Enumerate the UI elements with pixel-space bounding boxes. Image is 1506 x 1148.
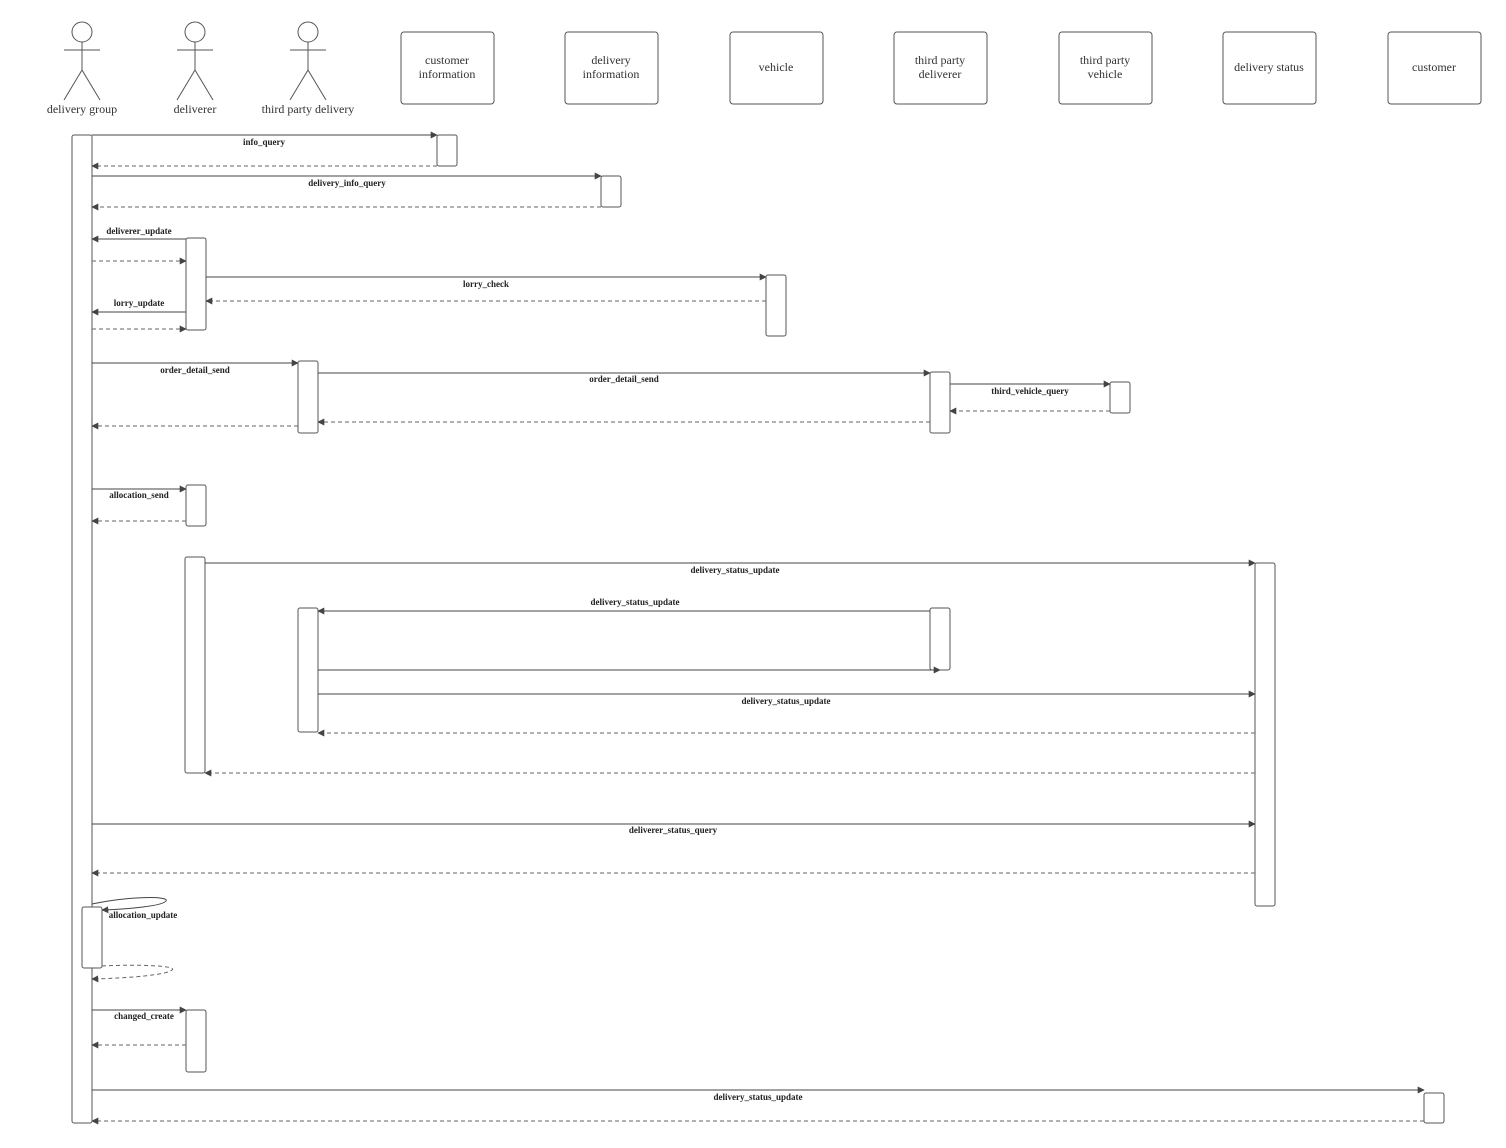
message-label: delivery_info_query xyxy=(308,178,386,188)
message-label: allocation_send xyxy=(109,490,169,500)
message-label: deliverer_status_query xyxy=(629,825,718,835)
activation-bar-delivery-status xyxy=(1254,562,1276,907)
activation-bars xyxy=(71,134,1445,1124)
participant-label-line1: customer xyxy=(425,53,469,67)
self-message-arrow xyxy=(91,897,167,914)
actor-delivery-group: delivery group xyxy=(47,21,117,116)
message-label: delivery_status_update xyxy=(713,1092,802,1102)
activation-bar-deliverer xyxy=(185,484,207,527)
activation-bar-third-party-deliverer xyxy=(929,371,951,434)
activation-bar-third-party-vehicle xyxy=(1109,381,1131,414)
actor-label: third party delivery xyxy=(262,102,355,116)
message-label: lorry_check xyxy=(463,279,509,289)
activation-bar-deliverer xyxy=(185,237,207,331)
actor-label: delivery group xyxy=(47,102,117,116)
activation-bar-customer-information xyxy=(436,134,458,167)
message-label: lorry_update xyxy=(114,298,165,308)
message-label: deliverer_update xyxy=(106,226,171,236)
message-label: order_detail_send xyxy=(589,374,659,384)
participant-label-line1: third party xyxy=(1080,53,1130,67)
message-label: delivery_status_update xyxy=(590,597,679,607)
return-arrow xyxy=(91,964,174,983)
activation-bar-third-party-delivery xyxy=(297,607,319,733)
participant-label-line2: information xyxy=(583,67,640,81)
message-label: order_detail_send xyxy=(160,365,230,375)
participant-label-line1: delivery status xyxy=(1234,60,1304,74)
participant-delivery-information: delivery information xyxy=(564,31,659,105)
participant-label-line1: customer xyxy=(1412,60,1456,74)
participant-customer: customer xyxy=(1387,31,1482,105)
actor-figure-icon xyxy=(63,21,101,101)
message-label: info_query xyxy=(243,137,286,147)
messages: info_query delivery_info_query deliverer… xyxy=(91,131,1425,1125)
activation-bar-customer xyxy=(1423,1092,1445,1124)
activation-bar-third-party-delivery xyxy=(297,360,319,434)
sequence-diagram: delivery group deliverer third party del… xyxy=(47,21,1482,1125)
participant-third-party-vehicle: third party vehicle xyxy=(1058,31,1153,105)
actor-deliverer: deliverer xyxy=(174,21,217,116)
activation-bar-third-party-deliverer xyxy=(929,607,951,671)
actor-figure-icon xyxy=(176,21,214,101)
message-label: third_vehicle_query xyxy=(991,386,1069,396)
participant-label-line2: vehicle xyxy=(1088,67,1123,81)
message-label: changed_create xyxy=(114,1011,174,1021)
actor-third-party-delivery: third party delivery xyxy=(262,21,355,116)
participant-vehicle: vehicle xyxy=(729,31,824,105)
message-label: allocation_update xyxy=(109,910,178,920)
participant-customer-information: customer information xyxy=(400,31,495,105)
participant-label-line2: information xyxy=(419,67,476,81)
activation-bar-vehicle xyxy=(765,274,787,337)
actor-label: deliverer xyxy=(174,102,217,116)
activation-bar-delivery-group xyxy=(71,134,93,1124)
message-label: delivery_status_update xyxy=(741,696,830,706)
message-label: delivery_status_update xyxy=(690,565,779,575)
participant-label-line1: third party xyxy=(915,53,965,67)
participant-label-line2: deliverer xyxy=(919,67,962,81)
activation-bar-deliverer xyxy=(184,556,206,774)
participant-delivery-status: delivery status xyxy=(1222,31,1317,105)
participant-label-line1: delivery xyxy=(591,53,630,67)
participant-label-line1: vehicle xyxy=(759,60,794,74)
activation-bar-deliverer xyxy=(185,1009,207,1073)
activation-bar-delivery-information xyxy=(600,175,622,208)
activation-bar-delivery-group-self xyxy=(81,906,103,969)
actor-figure-icon xyxy=(289,21,327,101)
participant-third-party-deliverer: third party deliverer xyxy=(893,31,988,105)
